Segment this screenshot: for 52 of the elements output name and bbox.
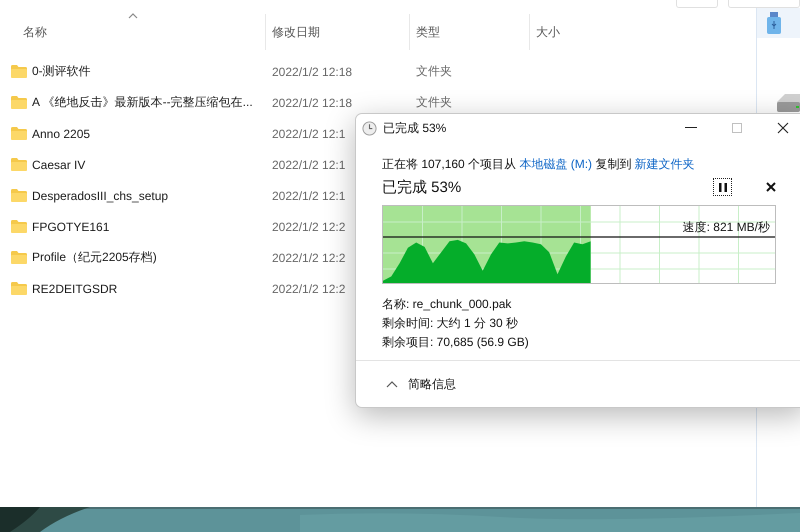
folder-icon xyxy=(11,251,27,264)
clock-icon xyxy=(362,120,377,136)
modified-date: 2022/1/2 12:2 xyxy=(272,282,346,296)
modified-date: 2022/1/2 12:18 xyxy=(272,96,352,110)
modified-date: 2022/1/2 12:1 xyxy=(272,126,346,140)
progress-heading: 已完成 53% xyxy=(382,178,462,196)
toolbar-field[interactable] xyxy=(676,0,718,8)
speed-text: 速度: 821 MB/秒 xyxy=(682,219,770,236)
folder-icon xyxy=(11,282,27,295)
pause-icon xyxy=(718,182,726,192)
column-header[interactable]: 修改日期 xyxy=(265,14,409,50)
detail-text: 名称: re_chunk_000.pak xyxy=(382,296,512,313)
more-info-toggle[interactable]: 简略信息 xyxy=(386,376,456,392)
close-icon xyxy=(777,122,789,134)
folder-icon xyxy=(11,189,27,202)
cancel-button[interactable] xyxy=(764,180,778,194)
window-title: 已完成 53% xyxy=(383,120,448,136)
column-header[interactable]: 名称 xyxy=(0,14,265,50)
folder-icon xyxy=(11,96,27,109)
usb-drive-icon[interactable] xyxy=(767,12,781,34)
folder-icon xyxy=(11,127,27,140)
file-type: 文件夹 xyxy=(416,94,452,111)
cancel-icon xyxy=(766,182,776,192)
folder-icon xyxy=(11,158,27,171)
file-name[interactable]: Anno 2205 xyxy=(0,126,265,140)
modified-date: 2022/1/2 12:2 xyxy=(272,220,346,234)
file-type: 文件夹 xyxy=(416,63,452,80)
column-header[interactable]: 大小 xyxy=(529,14,629,50)
sort-caret-icon xyxy=(126,12,138,20)
modified-date: 2022/1/2 12:1 xyxy=(272,158,346,172)
column-header[interactable]: 类型 xyxy=(409,14,529,50)
modified-date: 2022/1/2 12:18 xyxy=(272,64,352,78)
modified-date: 2022/1/2 12:2 xyxy=(272,250,346,264)
file-name[interactable]: Caesar IV xyxy=(0,158,265,172)
file-name[interactable]: FPGOTYE161 xyxy=(0,220,265,234)
folder-icon xyxy=(11,220,27,233)
file-name[interactable]: 0-测评软件 xyxy=(0,63,265,80)
detail-text: 剩余时间: 大约 1 分 30 秒 xyxy=(382,315,520,332)
minimize-icon xyxy=(685,127,697,129)
caret-icon xyxy=(386,380,398,388)
target-link[interactable]: 新建文件夹 xyxy=(634,157,695,171)
file-name[interactable]: DesperadosIII_chs_setup xyxy=(0,188,265,202)
file-name[interactable]: A 《绝地反击》最新版本--完整压缩包在... xyxy=(0,94,265,111)
source-link[interactable]: 本地磁盘 (M:) xyxy=(519,157,592,171)
detail-text: 剩余项目: 70,685 (56.9 GB) xyxy=(382,334,530,351)
modified-date: 2022/1/2 12:1 xyxy=(272,188,346,202)
copy-status-text: 正在将 107,160 个项目从 本地磁盘 (M:) 复制到 新建文件夹 xyxy=(382,156,696,173)
folder-icon xyxy=(11,65,27,78)
file-name[interactable]: RE2DEITGSDR xyxy=(0,282,265,296)
pause-button[interactable] xyxy=(713,178,732,196)
file-name[interactable]: Profile（纪元2205存档) xyxy=(0,249,265,266)
maximize-icon xyxy=(732,123,742,133)
